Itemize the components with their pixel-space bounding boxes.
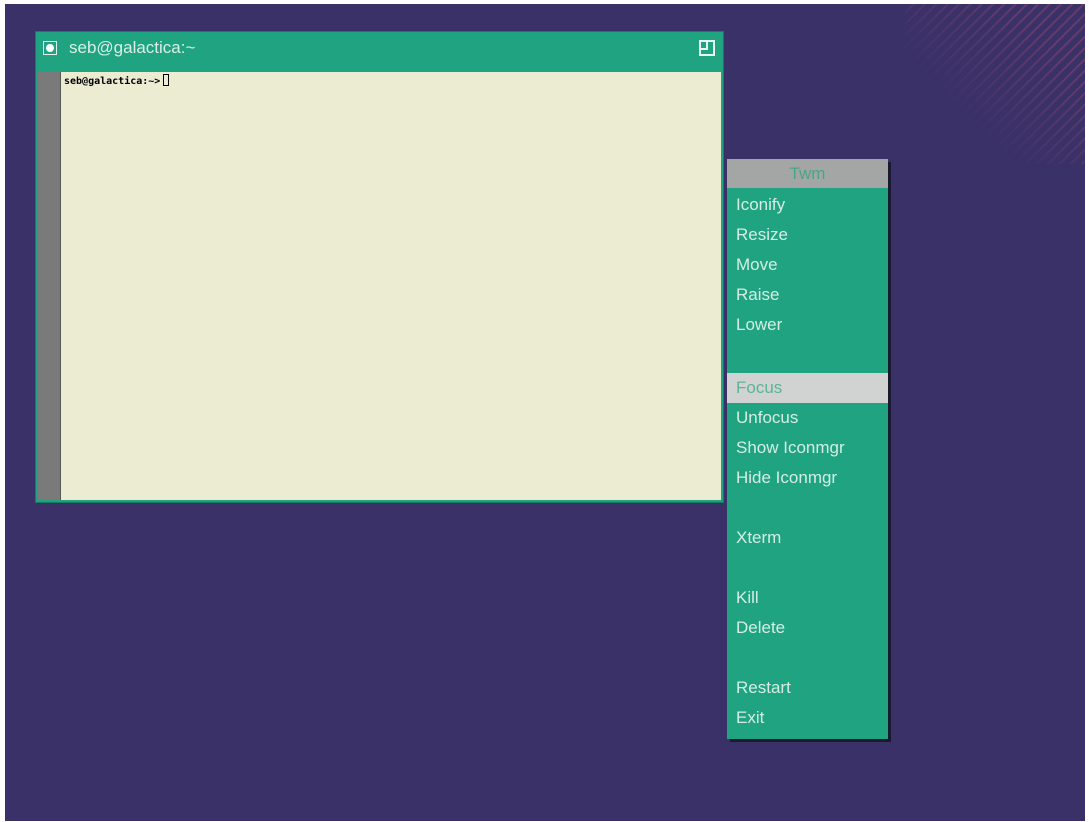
window-titlebar[interactable]: seb@galactica:~ xyxy=(36,32,723,65)
menu-item-lower[interactable]: Lower xyxy=(727,310,888,340)
window-menu-icon[interactable] xyxy=(43,41,57,55)
shell-prompt: seb@galactica:~> xyxy=(64,76,161,87)
text-cursor xyxy=(163,74,170,86)
twm-menu[interactable]: Twm Iconify Resize Move Raise Lower Focu… xyxy=(727,159,888,739)
menu-title: Twm xyxy=(727,159,888,188)
menu-item-hide-iconmgr[interactable]: Hide Iconmgr xyxy=(727,463,888,493)
terminal-area[interactable]: seb@galactica:~> xyxy=(38,72,721,500)
menu-item-unfocus[interactable]: Unfocus xyxy=(727,403,888,433)
menu-separator xyxy=(727,643,888,673)
terminal-output: seb@galactica:~> xyxy=(64,74,170,89)
wallpaper-pattern xyxy=(905,4,1085,164)
menu-item-resize[interactable]: Resize xyxy=(727,220,888,250)
desktop[interactable]: seb@galactica:~ seb@galactica:~> Twm Ico… xyxy=(5,4,1085,821)
menu-item-delete[interactable]: Delete xyxy=(727,613,888,643)
xterm-window[interactable]: seb@galactica:~ seb@galactica:~> xyxy=(35,31,724,503)
menu-item-move[interactable]: Move xyxy=(727,250,888,280)
terminal-scrollbar[interactable] xyxy=(38,72,61,500)
menu-item-xterm[interactable]: Xterm xyxy=(727,523,888,553)
menu-item-exit[interactable]: Exit xyxy=(727,703,888,733)
menu-item-iconify[interactable]: Iconify xyxy=(727,190,888,220)
resize-icon[interactable] xyxy=(699,40,715,56)
menu-item-focus[interactable]: Focus xyxy=(727,373,888,403)
menu-item-raise[interactable]: Raise xyxy=(727,280,888,310)
window-title: seb@galactica:~ xyxy=(69,38,196,57)
menu-item-restart[interactable]: Restart xyxy=(727,673,888,703)
menu-item-kill[interactable]: Kill xyxy=(727,583,888,613)
menu-item-show-iconmgr[interactable]: Show Iconmgr xyxy=(727,433,888,463)
menu-separator xyxy=(727,493,888,523)
menu-separator xyxy=(727,553,888,583)
menu-separator xyxy=(727,340,888,370)
